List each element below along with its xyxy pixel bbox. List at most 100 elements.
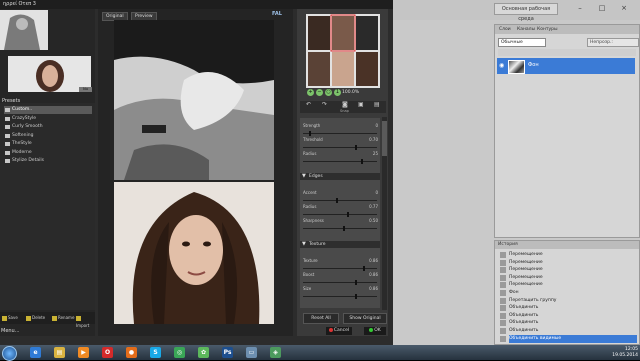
slider-track[interactable]	[303, 159, 377, 164]
slider-track[interactable]	[303, 212, 377, 217]
blend-mode-select[interactable]: Обычные	[498, 38, 546, 47]
preset-item[interactable]: TheStyle	[4, 140, 92, 148]
slider-track[interactable]	[303, 294, 377, 299]
history-tab[interactable]: История	[495, 241, 639, 249]
slider-sliders_edges-1[interactable]: Radius 0.77	[300, 204, 380, 218]
zoom-out-icon[interactable]: −	[316, 89, 323, 96]
cancel-label: Cancel	[333, 328, 350, 333]
media-player-icon[interactable]: ▶	[78, 347, 89, 358]
workspace-switcher[interactable]: Основная рабочая среда	[494, 3, 558, 22]
slider-knob[interactable]	[336, 198, 338, 203]
controls-scrollbar[interactable]	[382, 117, 387, 310]
slider-sliders_top-2[interactable]: Radius 25	[300, 151, 380, 165]
icq-icon[interactable]: ✿	[198, 347, 209, 358]
eye-icon[interactable]: ◉	[499, 62, 506, 69]
navigator-thumbnail[interactable]	[306, 14, 380, 88]
history-step-icon	[500, 328, 506, 334]
slider-value: 25	[372, 151, 378, 156]
slider-track[interactable]	[303, 266, 377, 271]
opera-icon[interactable]: O	[102, 347, 113, 358]
tab-channels[interactable]: Каналы	[515, 26, 537, 33]
ie-icon[interactable]: e	[30, 347, 41, 358]
slider-knob[interactable]	[363, 266, 365, 271]
section-header[interactable]: ▼ Texture	[300, 241, 380, 248]
folder-icon	[5, 108, 10, 112]
preset-item[interactable]: CrazyStyle	[4, 115, 92, 123]
preset-item[interactable]: Stylize Details	[4, 157, 92, 165]
rename-preset-button[interactable]: Rename	[52, 314, 74, 322]
slider-value: 0	[375, 190, 378, 195]
minimize-icon[interactable]: –	[574, 3, 586, 13]
slider-sliders_edges-2[interactable]: Sharpness 0.50	[300, 218, 380, 232]
snapshot-icon[interactable]: ◙	[342, 102, 348, 108]
slider-track[interactable]	[303, 131, 377, 136]
close-icon[interactable]: ×	[618, 3, 630, 13]
zoom-in-icon[interactable]: +	[307, 89, 314, 96]
section-header[interactable]: ▼ Edges	[300, 173, 380, 180]
slider-track[interactable]	[303, 198, 377, 203]
tab-layers[interactable]: Слои	[497, 26, 513, 33]
slider-knob[interactable]	[343, 226, 345, 231]
start-button[interactable]	[2, 346, 17, 361]
folder-icon	[5, 116, 10, 121]
maximize-icon[interactable]: □	[596, 3, 608, 13]
preset-item[interactable]: Softening	[4, 132, 92, 140]
slider-sliders_texture-0[interactable]: Texture 0.86	[300, 258, 380, 272]
slider-sliders_top-0[interactable]: Strength 0	[300, 123, 380, 137]
slider-knob[interactable]	[309, 131, 311, 136]
settings-icon[interactable]: ▤	[374, 102, 380, 108]
save-preset-button[interactable]: Save	[2, 314, 18, 322]
cancel-button[interactable]: Cancel	[326, 327, 352, 335]
slider-sliders_texture-2[interactable]: Size 0.86	[300, 286, 380, 300]
collapse-triangle-icon[interactable]: ▼	[302, 241, 306, 248]
delete-preset-button[interactable]: Delete	[26, 314, 45, 322]
slider-sliders_edges-0[interactable]: Accent 0	[300, 190, 380, 204]
preset-actions: Save Delete Rename Import	[0, 312, 95, 328]
slider-track[interactable]	[303, 280, 377, 285]
preview-photo-top[interactable]	[114, 20, 274, 180]
delete-preset-label: Delete	[32, 315, 46, 320]
ok-button[interactable]: OK	[364, 327, 386, 335]
photoshop-icon[interactable]: Ps	[222, 347, 233, 358]
slider-track[interactable]	[303, 226, 377, 231]
save-preset-label: Save	[8, 315, 18, 320]
firefox-icon[interactable]: ●	[126, 347, 137, 358]
slider-knob[interactable]	[355, 280, 357, 285]
tab-paths[interactable]: Контуры	[535, 26, 560, 33]
opacity-field[interactable]: Непрозр.:	[587, 38, 639, 47]
history-item[interactable]: Объединить видимые	[500, 334, 637, 343]
clock[interactable]: 12:05 19.05.2014	[612, 347, 638, 358]
preset-item[interactable]: Curly Smooth	[4, 123, 92, 131]
preview-photo-bottom[interactable]	[114, 182, 274, 324]
explorer-icon[interactable]: ▤	[54, 347, 65, 358]
slider-knob[interactable]	[347, 212, 349, 217]
skype-icon[interactable]: S	[150, 347, 161, 358]
preset-item[interactable]: Custom..	[4, 106, 92, 114]
reset-all-button[interactable]: Reset All	[303, 313, 339, 324]
history-step-icon	[500, 252, 506, 258]
collapse-triangle-icon[interactable]: ▼	[302, 173, 306, 180]
zoom-actual-icon[interactable]: 1	[334, 89, 341, 96]
history-step-icon	[500, 312, 506, 319]
layer-row[interactable]: ◉ Фон	[497, 58, 635, 74]
maps-icon[interactable]: ◈	[270, 347, 281, 358]
slider-knob[interactable]	[355, 294, 357, 299]
show-original-button[interactable]: Show Original	[343, 313, 387, 324]
slider-knob[interactable]	[361, 159, 363, 164]
undo-icon[interactable]: ↶	[306, 102, 312, 108]
preset-item[interactable]: Moderne	[4, 149, 92, 157]
slider-track[interactable]	[303, 145, 377, 150]
slider-knob[interactable]	[355, 145, 357, 150]
zoom-fit-icon[interactable]: ○	[325, 89, 332, 96]
menu-button[interactable]: Menu...	[1, 327, 31, 336]
chrome-icon[interactable]: ◎	[174, 347, 185, 358]
compare-icon[interactable]: ▣	[358, 102, 364, 108]
preview-thumbnail[interactable]	[0, 10, 48, 51]
scrollbar-thumb[interactable]	[382, 121, 387, 156]
slider-sliders_texture-1[interactable]: Boost 0.86	[300, 272, 380, 286]
notes-icon[interactable]: ▭	[246, 347, 257, 358]
redo-icon[interactable]: ↷	[322, 102, 328, 108]
slider-sliders_top-1[interactable]: Threshold 0.70	[300, 137, 380, 151]
thumbnail-label: Nu	[79, 87, 92, 92]
import-preset-button[interactable]: Import	[76, 314, 95, 328]
